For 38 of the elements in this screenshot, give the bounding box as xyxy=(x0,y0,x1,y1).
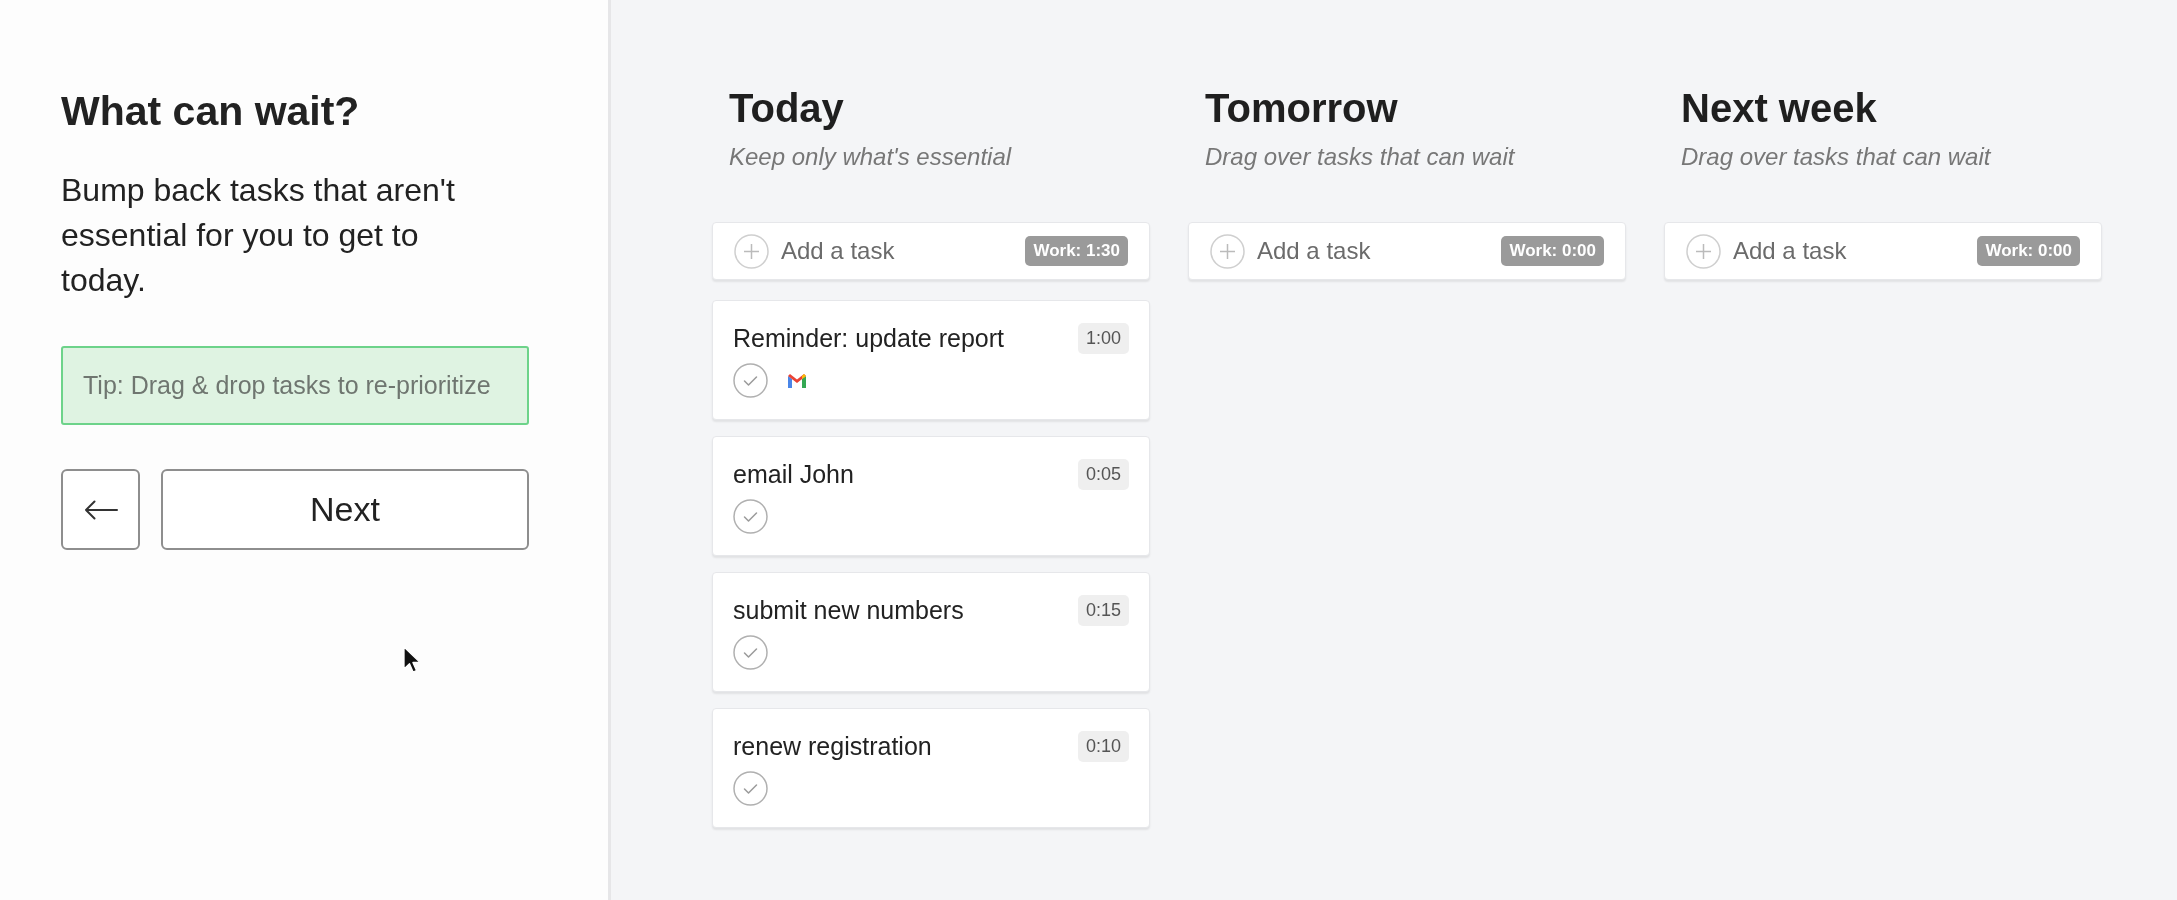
task-card[interactable]: email John 0:05 xyxy=(712,436,1150,556)
task-card[interactable]: renew registration 0:10 xyxy=(712,708,1150,828)
check-circle-icon[interactable] xyxy=(733,363,768,398)
task-card[interactable]: submit new numbers 0:15 xyxy=(712,572,1150,692)
description-text: Bump back tasks that aren't essential for you to get to today. xyxy=(61,171,456,300)
column-title: Today xyxy=(729,85,845,132)
task-title: email John xyxy=(733,459,854,490)
column-title: Next week xyxy=(1681,85,1878,132)
page-title: What can wait? xyxy=(61,88,361,134)
plus-circle-icon xyxy=(1210,233,1245,269)
task-title: Reminder: update report xyxy=(733,323,1004,354)
duration-label: 0:15 xyxy=(1077,595,1129,626)
task-title: submit new numbers xyxy=(733,595,964,626)
work-total-label: Work: 0:00 xyxy=(1501,236,1604,266)
check-circle-icon[interactable] xyxy=(733,635,768,670)
plus-circle-icon xyxy=(1686,233,1721,269)
task-title: renew registration xyxy=(733,731,932,762)
add-task-field[interactable]: Add a task xyxy=(781,233,1014,269)
work-total-label: Work: 1:30 xyxy=(1025,236,1128,266)
mouse-pointer-icon xyxy=(403,646,420,673)
check-circle-icon[interactable] xyxy=(733,771,768,806)
plus-circle-icon xyxy=(734,233,769,269)
tip-banner: Tip: Drag & drop tasks to re-prioritize xyxy=(61,346,529,425)
duration-label: 0:05 xyxy=(1077,459,1129,490)
column-subtitle: Keep only what's essential xyxy=(729,142,1013,171)
task-card[interactable]: Reminder: update report 1:00 xyxy=(712,300,1150,420)
duration-label: 1:00 xyxy=(1077,323,1129,354)
work-total-label: Work: 0:00 xyxy=(1977,236,2080,266)
add-task-field[interactable]: Add a task xyxy=(1257,233,1490,269)
back-button[interactable] xyxy=(61,469,140,550)
arrow-left-icon xyxy=(83,499,118,520)
next-button[interactable]: Next xyxy=(161,469,529,550)
column-title: Tomorrow xyxy=(1205,85,1399,132)
column-subtitle: Drag over tasks that can wait xyxy=(1205,142,1516,171)
column-subtitle: Drag over tasks that can wait xyxy=(1681,142,1992,171)
duration-label: 0:10 xyxy=(1077,731,1129,762)
check-circle-icon[interactable] xyxy=(733,499,768,534)
add-task-field[interactable]: Add a task xyxy=(1733,233,1966,269)
